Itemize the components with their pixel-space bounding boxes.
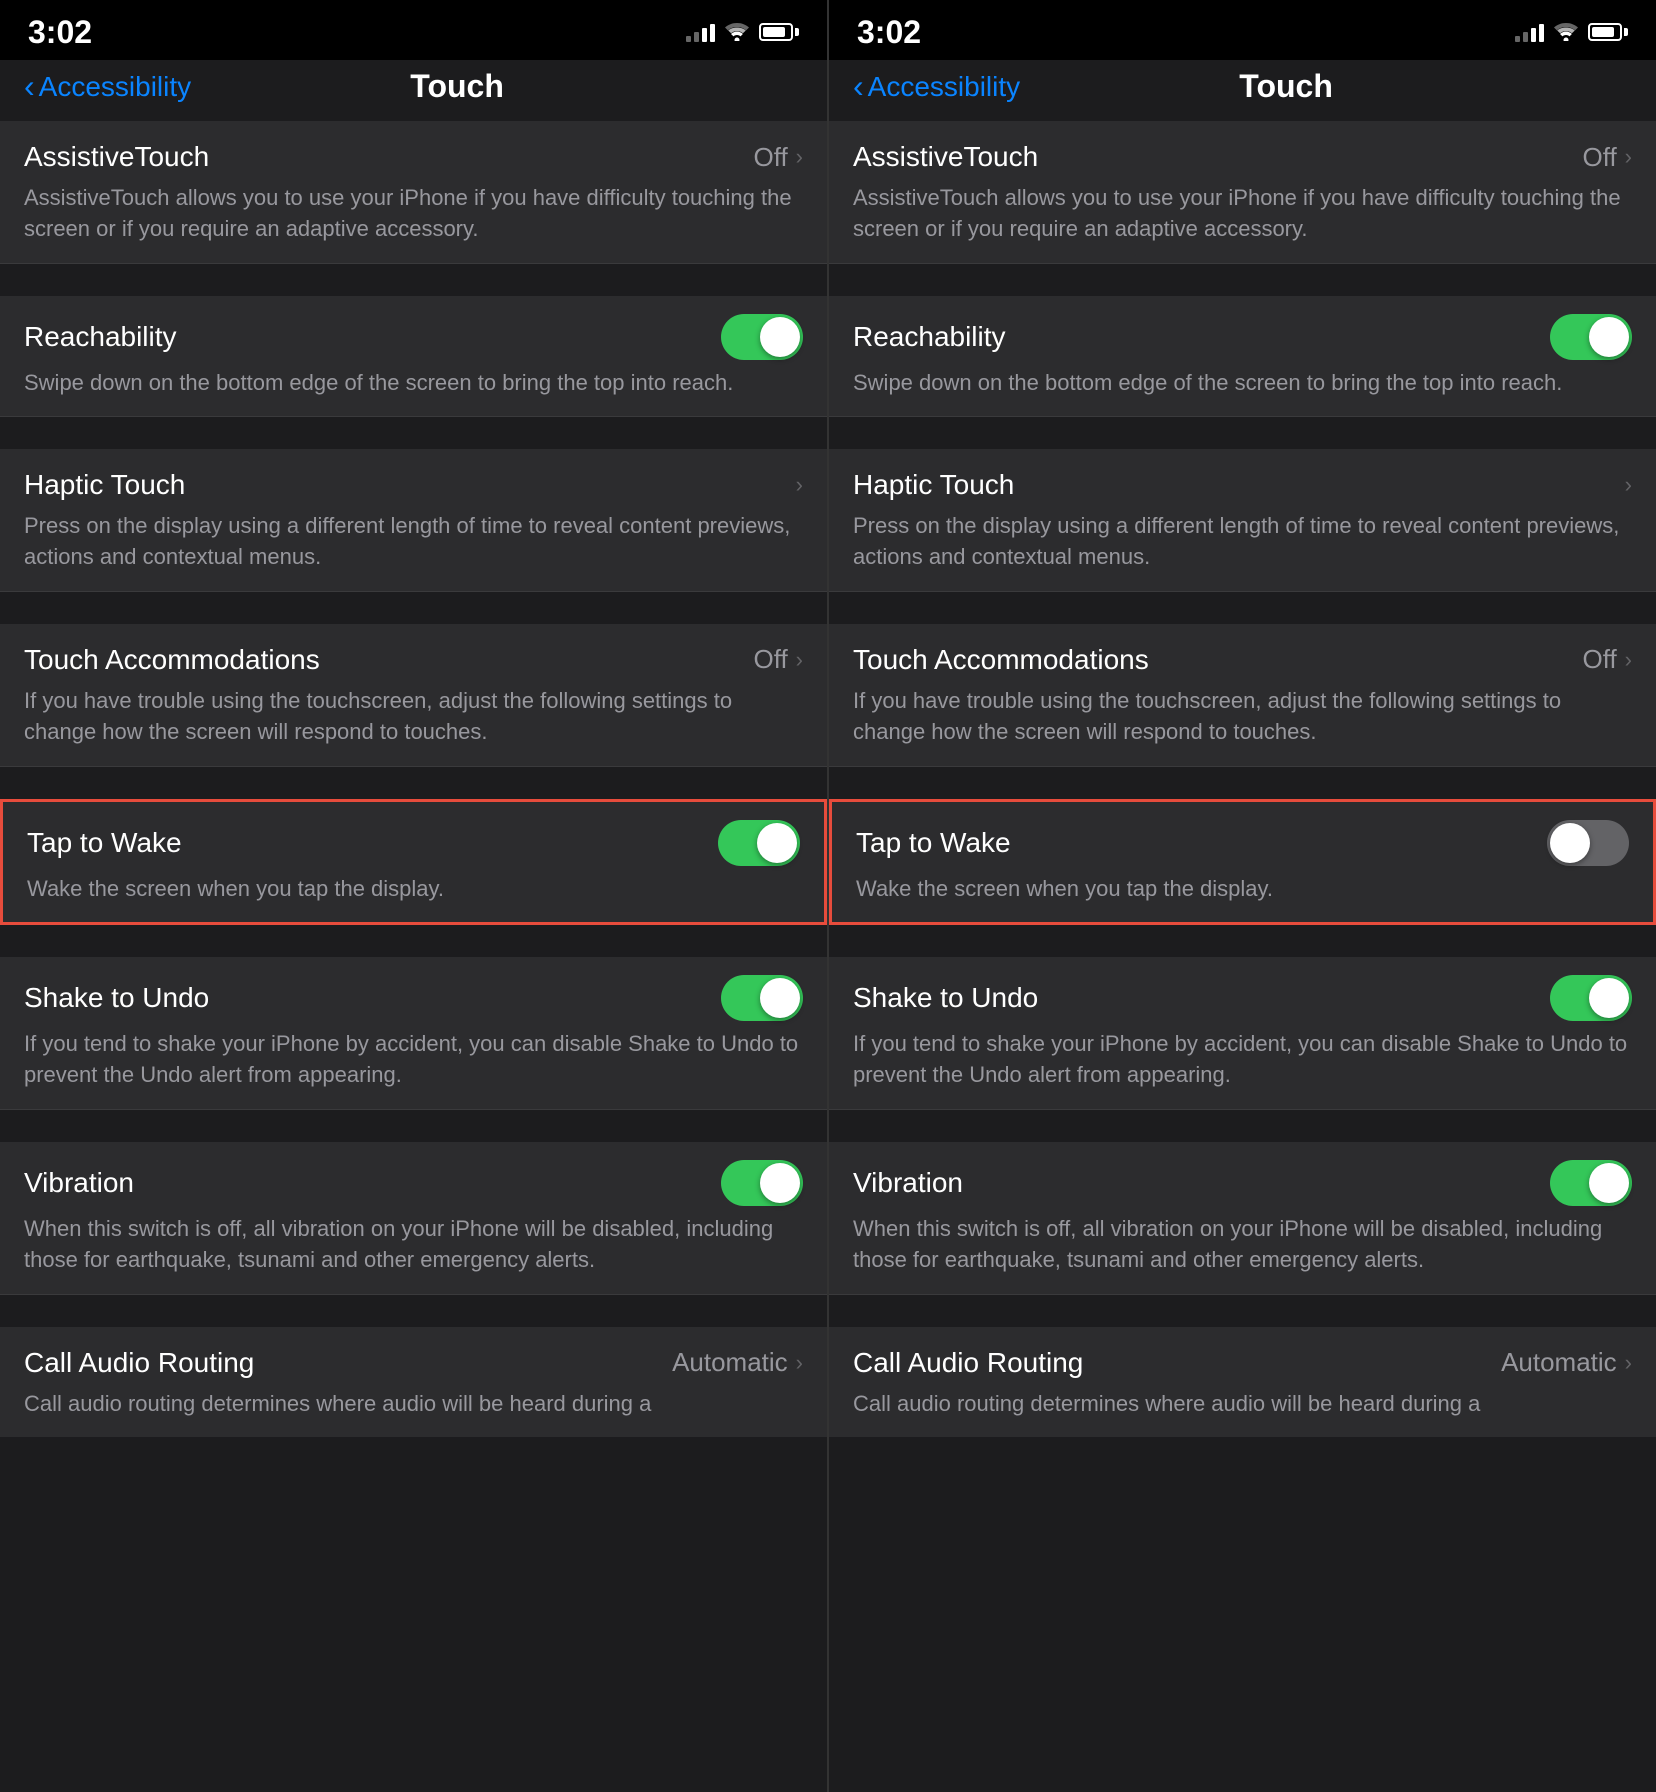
right-setting-shake-to-undo[interactable]: Shake to Undo If you tend to shake your … — [829, 957, 1656, 1110]
left-reachability-title: Reachability — [24, 321, 177, 353]
phones-container: 3:02 — [0, 0, 1656, 1792]
left-status-time: 3:02 — [28, 14, 92, 51]
right-status-time: 3:02 — [857, 14, 921, 51]
left-shake-to-undo-toggle[interactable] — [721, 975, 803, 1021]
left-shake-to-undo-title: Shake to Undo — [24, 982, 209, 1014]
left-call-audio-routing-chevron: › — [796, 1350, 803, 1376]
right-call-audio-routing-title: Call Audio Routing — [853, 1347, 1083, 1379]
left-back-chevron-icon: ‹ — [24, 68, 35, 105]
left-haptic-touch-right: › — [796, 472, 803, 498]
right-assistivetouch-title: AssistiveTouch — [853, 141, 1038, 173]
right-touch-accommodations-desc: If you have trouble using the touchscree… — [853, 686, 1632, 748]
right-call-audio-routing-desc: Call audio routing determines where audi… — [853, 1389, 1632, 1420]
left-touch-accommodations-desc: If you have trouble using the touchscree… — [24, 686, 803, 748]
right-vibration-desc: When this switch is off, all vibration o… — [853, 1214, 1632, 1276]
right-call-audio-routing-chevron: › — [1625, 1350, 1632, 1376]
left-setting-shake-to-undo[interactable]: Shake to Undo If you tend to shake your … — [0, 957, 827, 1110]
right-tap-to-wake-toggle[interactable] — [1547, 820, 1629, 866]
left-nav-header: ‹ Accessibility Touch — [0, 60, 827, 121]
left-vibration-toggle[interactable] — [721, 1160, 803, 1206]
right-assistivetouch-chevron: › — [1625, 144, 1632, 170]
right-tap-to-wake-desc: Wake the screen when you tap the display… — [856, 874, 1629, 905]
left-setting-haptic-touch[interactable]: Haptic Touch › Press on the display usin… — [0, 449, 827, 592]
left-settings-content: AssistiveTouch Off › AssistiveTouch allo… — [0, 121, 827, 1792]
left-nav-title: Touch — [191, 68, 723, 105]
right-battery-icon — [1588, 23, 1628, 41]
right-setting-call-audio-routing[interactable]: Call Audio Routing Automatic › Call audi… — [829, 1327, 1656, 1438]
left-setting-touch-accommodations[interactable]: Touch Accommodations Off › If you have t… — [0, 624, 827, 767]
left-call-audio-routing-right: Automatic › — [672, 1347, 803, 1378]
left-tap-to-wake-desc: Wake the screen when you tap the display… — [27, 874, 800, 905]
right-setting-vibration[interactable]: Vibration When this switch is off, all v… — [829, 1142, 1656, 1295]
right-back-button[interactable]: ‹ Accessibility — [853, 68, 1020, 105]
right-reachability-desc: Swipe down on the bottom edge of the scr… — [853, 368, 1632, 399]
right-status-bar: 3:02 — [829, 0, 1656, 60]
left-wifi-icon — [725, 23, 749, 41]
right-shake-to-undo-title: Shake to Undo — [853, 982, 1038, 1014]
right-setting-assistivetouch[interactable]: AssistiveTouch Off › AssistiveTouch allo… — [829, 121, 1656, 264]
right-reachability-toggle[interactable] — [1550, 314, 1632, 360]
left-call-audio-routing-desc: Call audio routing determines where audi… — [24, 1389, 803, 1420]
left-setting-reachability[interactable]: Reachability Swipe down on the bottom ed… — [0, 296, 827, 418]
left-tap-to-wake-title: Tap to Wake — [27, 827, 182, 859]
right-haptic-touch-chevron: › — [1625, 472, 1632, 498]
right-shake-to-undo-desc: If you tend to shake your iPhone by acci… — [853, 1029, 1632, 1091]
left-haptic-touch-chevron: › — [796, 472, 803, 498]
right-setting-tap-to-wake[interactable]: Tap to Wake Wake the screen when you tap… — [829, 799, 1656, 926]
left-haptic-touch-title: Haptic Touch — [24, 469, 185, 501]
right-haptic-touch-desc: Press on the display using a different l… — [853, 511, 1632, 573]
left-call-audio-routing-title: Call Audio Routing — [24, 1347, 254, 1379]
left-setting-call-audio-routing[interactable]: Call Audio Routing Automatic › Call audi… — [0, 1327, 827, 1438]
right-nav-header: ‹ Accessibility Touch — [829, 60, 1656, 121]
right-vibration-toggle[interactable] — [1550, 1160, 1632, 1206]
right-haptic-touch-title: Haptic Touch — [853, 469, 1014, 501]
left-reachability-toggle[interactable] — [721, 314, 803, 360]
right-back-chevron-icon: ‹ — [853, 68, 864, 105]
right-settings-content: AssistiveTouch Off › AssistiveTouch allo… — [829, 121, 1656, 1792]
left-vibration-title: Vibration — [24, 1167, 134, 1199]
right-touch-accommodations-right: Off › — [1582, 644, 1632, 675]
left-assistivetouch-right: Off › — [753, 142, 803, 173]
left-back-label: Accessibility — [39, 71, 191, 103]
left-vibration-desc: When this switch is off, all vibration o… — [24, 1214, 803, 1276]
left-touch-accommodations-chevron: › — [796, 647, 803, 673]
left-shake-to-undo-desc: If you tend to shake your iPhone by acci… — [24, 1029, 803, 1091]
left-assistivetouch-chevron: › — [796, 144, 803, 170]
right-assistivetouch-right: Off › — [1582, 142, 1632, 173]
right-touch-accommodations-chevron: › — [1625, 647, 1632, 673]
left-assistivetouch-desc: AssistiveTouch allows you to use your iP… — [24, 183, 803, 245]
left-touch-accommodations-title: Touch Accommodations — [24, 644, 320, 676]
right-signal-icon — [1515, 22, 1544, 42]
right-call-audio-routing-right: Automatic › — [1501, 1347, 1632, 1378]
right-touch-accommodations-title: Touch Accommodations — [853, 644, 1149, 676]
left-reachability-desc: Swipe down on the bottom edge of the scr… — [24, 368, 803, 399]
right-vibration-title: Vibration — [853, 1167, 963, 1199]
right-wifi-icon — [1554, 23, 1578, 41]
right-shake-to-undo-toggle[interactable] — [1550, 975, 1632, 1021]
right-setting-reachability[interactable]: Reachability Swipe down on the bottom ed… — [829, 296, 1656, 418]
right-back-label: Accessibility — [868, 71, 1020, 103]
left-touch-accommodations-right: Off › — [753, 644, 803, 675]
right-nav-title: Touch — [1020, 68, 1552, 105]
right-haptic-touch-right: › — [1625, 472, 1632, 498]
left-signal-icon — [686, 22, 715, 42]
left-setting-tap-to-wake[interactable]: Tap to Wake Wake the screen when you tap… — [0, 799, 827, 926]
left-phone: 3:02 — [0, 0, 827, 1792]
right-tap-to-wake-title: Tap to Wake — [856, 827, 1011, 859]
right-reachability-title: Reachability — [853, 321, 1006, 353]
right-setting-touch-accommodations[interactable]: Touch Accommodations Off › If you have t… — [829, 624, 1656, 767]
left-status-icons — [686, 22, 799, 42]
left-setting-assistivetouch[interactable]: AssistiveTouch Off › AssistiveTouch allo… — [0, 121, 827, 264]
left-haptic-touch-desc: Press on the display using a different l… — [24, 511, 803, 573]
left-status-bar: 3:02 — [0, 0, 827, 60]
right-setting-haptic-touch[interactable]: Haptic Touch › Press on the display usin… — [829, 449, 1656, 592]
left-tap-to-wake-toggle[interactable] — [718, 820, 800, 866]
left-setting-vibration[interactable]: Vibration When this switch is off, all v… — [0, 1142, 827, 1295]
right-assistivetouch-desc: AssistiveTouch allows you to use your iP… — [853, 183, 1632, 245]
right-phone: 3:02 — [829, 0, 1656, 1792]
left-assistivetouch-title: AssistiveTouch — [24, 141, 209, 173]
right-status-icons — [1515, 22, 1628, 42]
left-battery-icon — [759, 23, 799, 41]
left-back-button[interactable]: ‹ Accessibility — [24, 68, 191, 105]
